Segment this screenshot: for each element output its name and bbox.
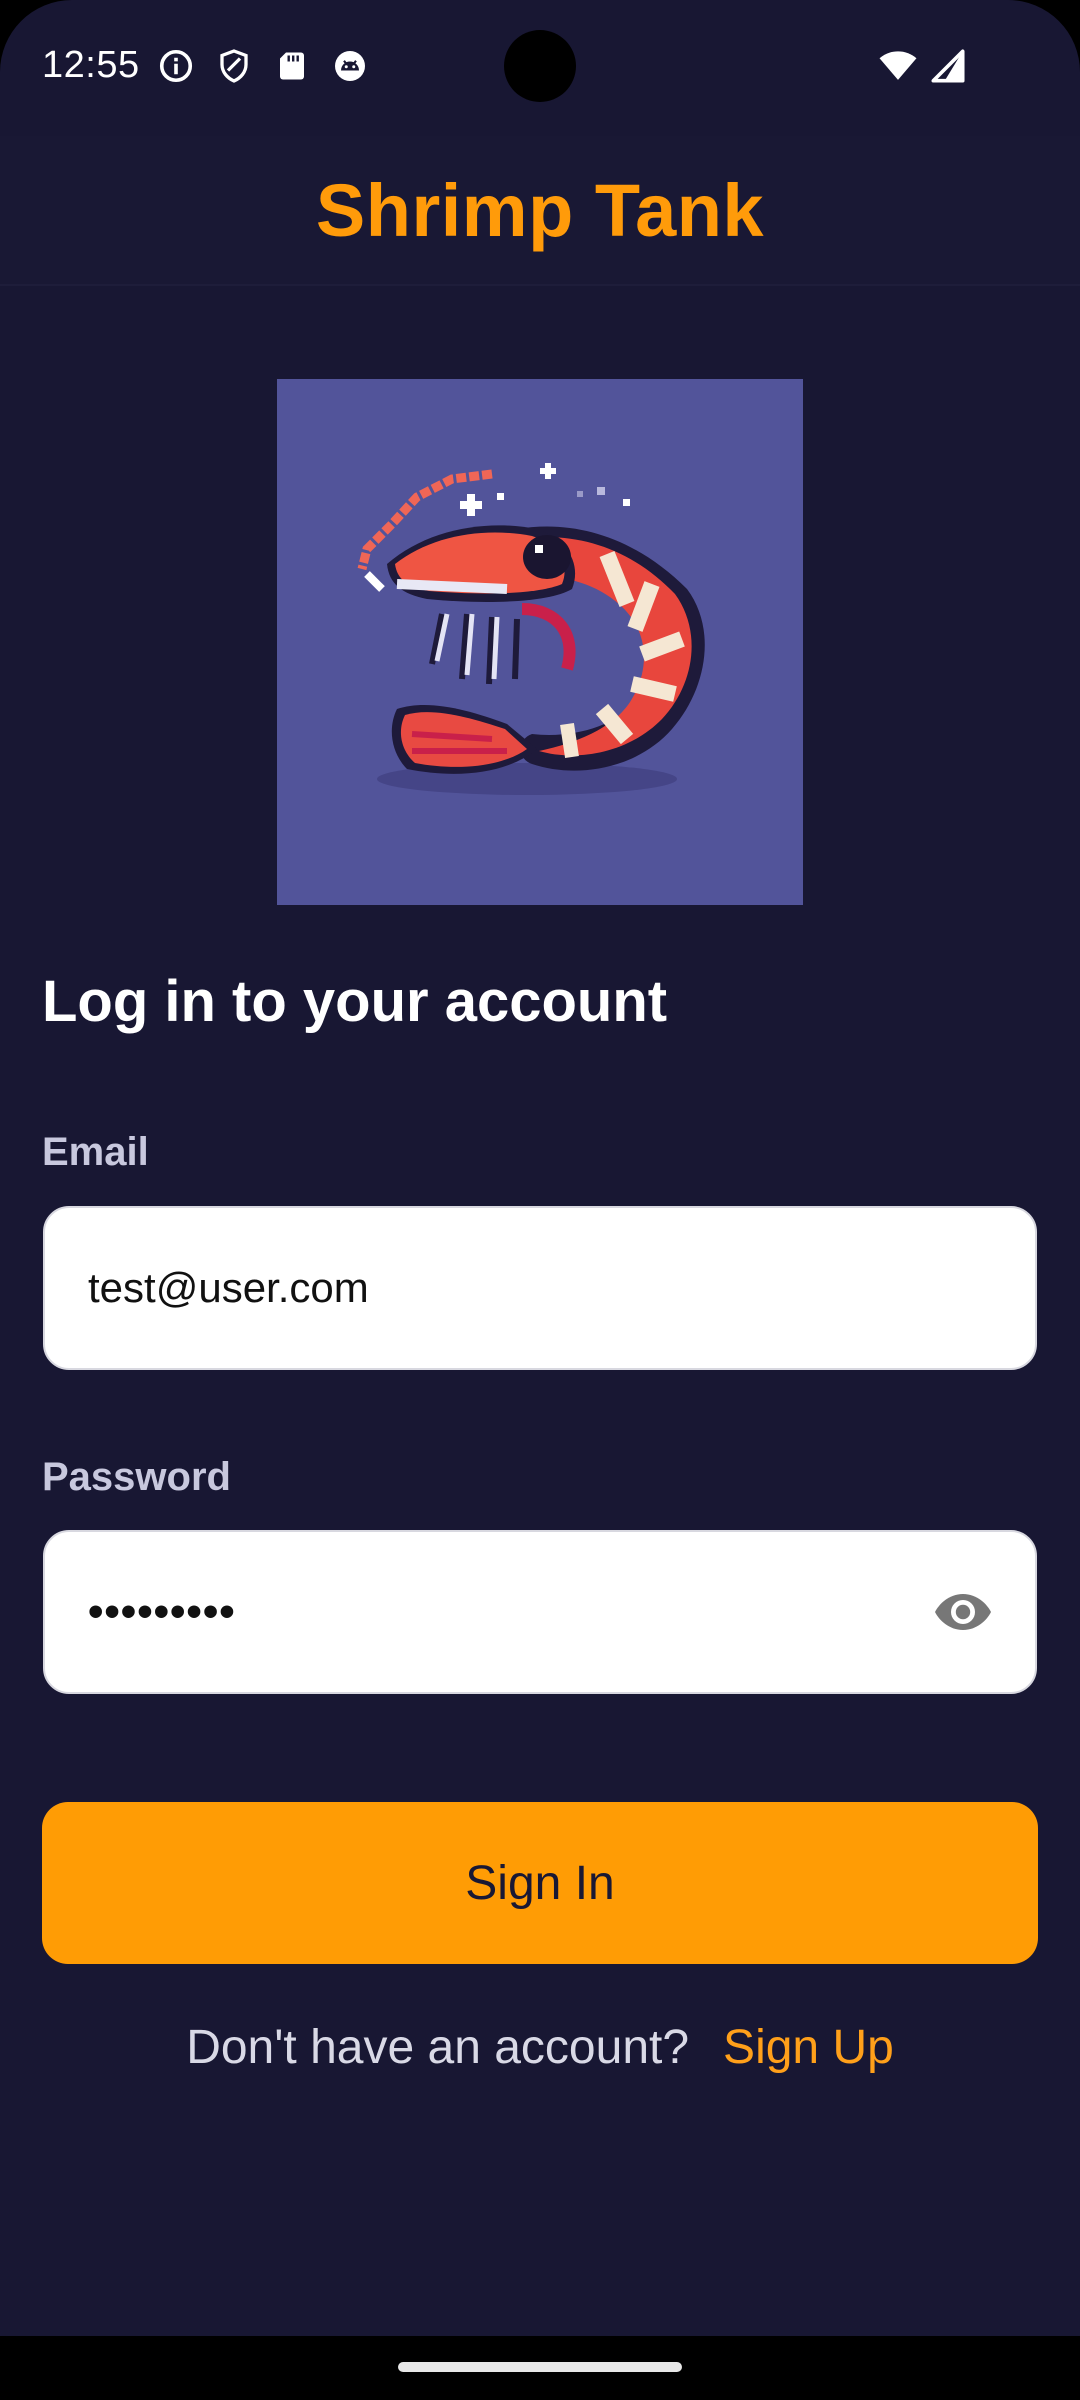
password-field[interactable]: ••••••••• [43,1530,1037,1694]
wifi-icon [879,51,917,80]
sign-in-button[interactable]: Sign In [42,1802,1038,1964]
sd-card-icon [280,52,304,80]
android-icon [335,51,365,81]
status-icons-right [878,48,968,84]
email-field[interactable]: test@user.com [43,1206,1037,1370]
shrimp-logo-image [277,379,803,905]
status-bar: 12:55 [0,0,1080,136]
email-label: Email [42,1130,149,1174]
app-bar: Shrimp Tank [0,136,1080,286]
home-indicator[interactable] [398,2362,682,2372]
sign-up-link[interactable]: Sign Up [723,2020,894,2075]
eye-icon[interactable] [933,1590,993,1634]
email-input-value[interactable]: test@user.com [88,1264,948,1312]
cell-signal-icon [931,49,965,83]
status-icons-left [158,48,368,84]
app-title: Shrimp Tank [315,168,765,252]
password-input-value[interactable]: ••••••••• [88,1587,948,1637]
status-time: 12:55 [42,44,140,86]
password-label: Password [42,1455,231,1499]
shield-icon [220,49,248,83]
app-screen: 12:55 Shrimp Tank Log in to your account… [0,0,1080,2336]
shrimp-pixel-art-icon [357,463,705,795]
camera-cutout [504,30,576,102]
info-icon [159,49,193,83]
signup-row: Don't have an account? Sign Up [0,2020,1080,2075]
page-heading: Log in to your account [42,969,668,1034]
signup-prompt: Don't have an account? [186,2021,690,2074]
